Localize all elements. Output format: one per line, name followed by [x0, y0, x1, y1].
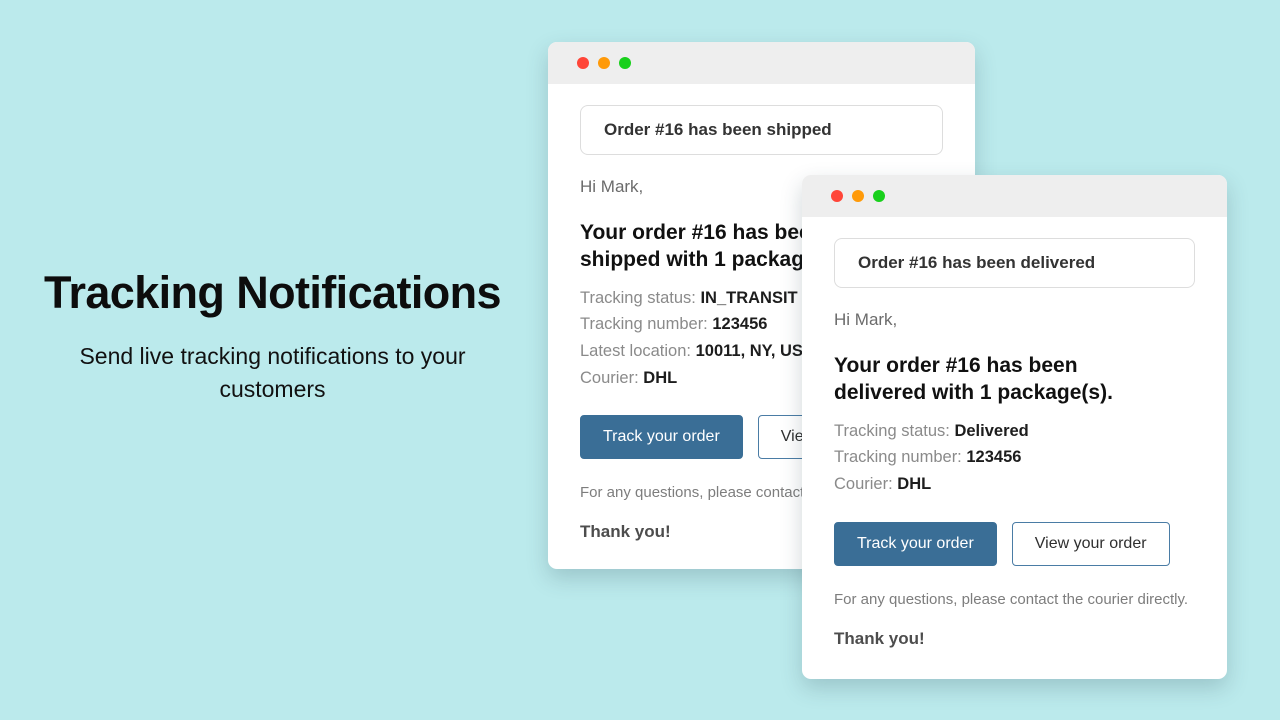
- email-actions: Track your order View your order: [834, 521, 1195, 566]
- tracking-status-label: Tracking status:: [580, 288, 696, 307]
- email-body: Order #16 has been delivered Hi Mark, Yo…: [802, 217, 1227, 679]
- tracking-number-value: 123456: [966, 448, 1022, 467]
- minimize-dot-icon[interactable]: [598, 57, 610, 69]
- maximize-dot-icon[interactable]: [619, 57, 631, 69]
- tracking-number-label: Tracking number:: [834, 448, 962, 467]
- minimize-dot-icon[interactable]: [852, 190, 864, 202]
- latest-location-label: Latest location:: [580, 342, 691, 361]
- page-subtitle: Send live tracking notifications to your…: [79, 342, 466, 402]
- close-dot-icon[interactable]: [831, 190, 843, 202]
- email-card-delivered: Order #16 has been delivered Hi Mark, Yo…: [802, 175, 1227, 679]
- view-your-order-button[interactable]: View your order: [1011, 521, 1170, 566]
- tracking-number-row: Tracking number: 123456: [834, 444, 1195, 471]
- window-titlebar: [548, 42, 975, 84]
- track-your-order-button[interactable]: Track your order: [580, 415, 743, 460]
- email-subject-box: Order #16 has been shipped: [580, 105, 943, 155]
- email-subject: Order #16 has been delivered: [858, 253, 1096, 272]
- email-subject: Order #16 has been shipped: [604, 120, 832, 139]
- email-greeting: Hi Mark,: [834, 310, 898, 329]
- tracking-details: Tracking status: Delivered Tracking numb…: [834, 418, 1195, 498]
- tracking-number-value: 123456: [712, 315, 768, 334]
- tracking-status-label: Tracking status:: [834, 421, 950, 440]
- promo-block: Tracking Notifications Send live trackin…: [0, 268, 545, 406]
- window-titlebar: [802, 175, 1227, 217]
- courier-label: Courier:: [834, 475, 893, 494]
- tracking-status-row: Tracking status: Delivered: [834, 418, 1195, 445]
- close-dot-icon[interactable]: [577, 57, 589, 69]
- courier-label: Courier:: [580, 368, 639, 387]
- email-thanks: Thank you!: [834, 628, 925, 648]
- courier-value: DHL: [897, 475, 932, 494]
- email-headline: Your order #16 has been delivered with 1…: [834, 354, 1113, 405]
- latest-location-value: 10011, NY, USA: [695, 342, 815, 361]
- courier-value: DHL: [643, 368, 678, 387]
- track-your-order-button[interactable]: Track your order: [834, 521, 997, 566]
- tracking-status-value: IN_TRANSIT: [700, 288, 798, 307]
- maximize-dot-icon[interactable]: [873, 190, 885, 202]
- tracking-number-label: Tracking number:: [580, 315, 708, 334]
- email-subject-box: Order #16 has been delivered: [834, 238, 1195, 288]
- email-footnote: For any questions, please contact the co…: [834, 590, 1189, 608]
- tracking-status-value: Delivered: [954, 421, 1029, 440]
- courier-row: Courier: DHL: [834, 471, 1195, 498]
- page-title: Tracking Notifications: [44, 267, 501, 318]
